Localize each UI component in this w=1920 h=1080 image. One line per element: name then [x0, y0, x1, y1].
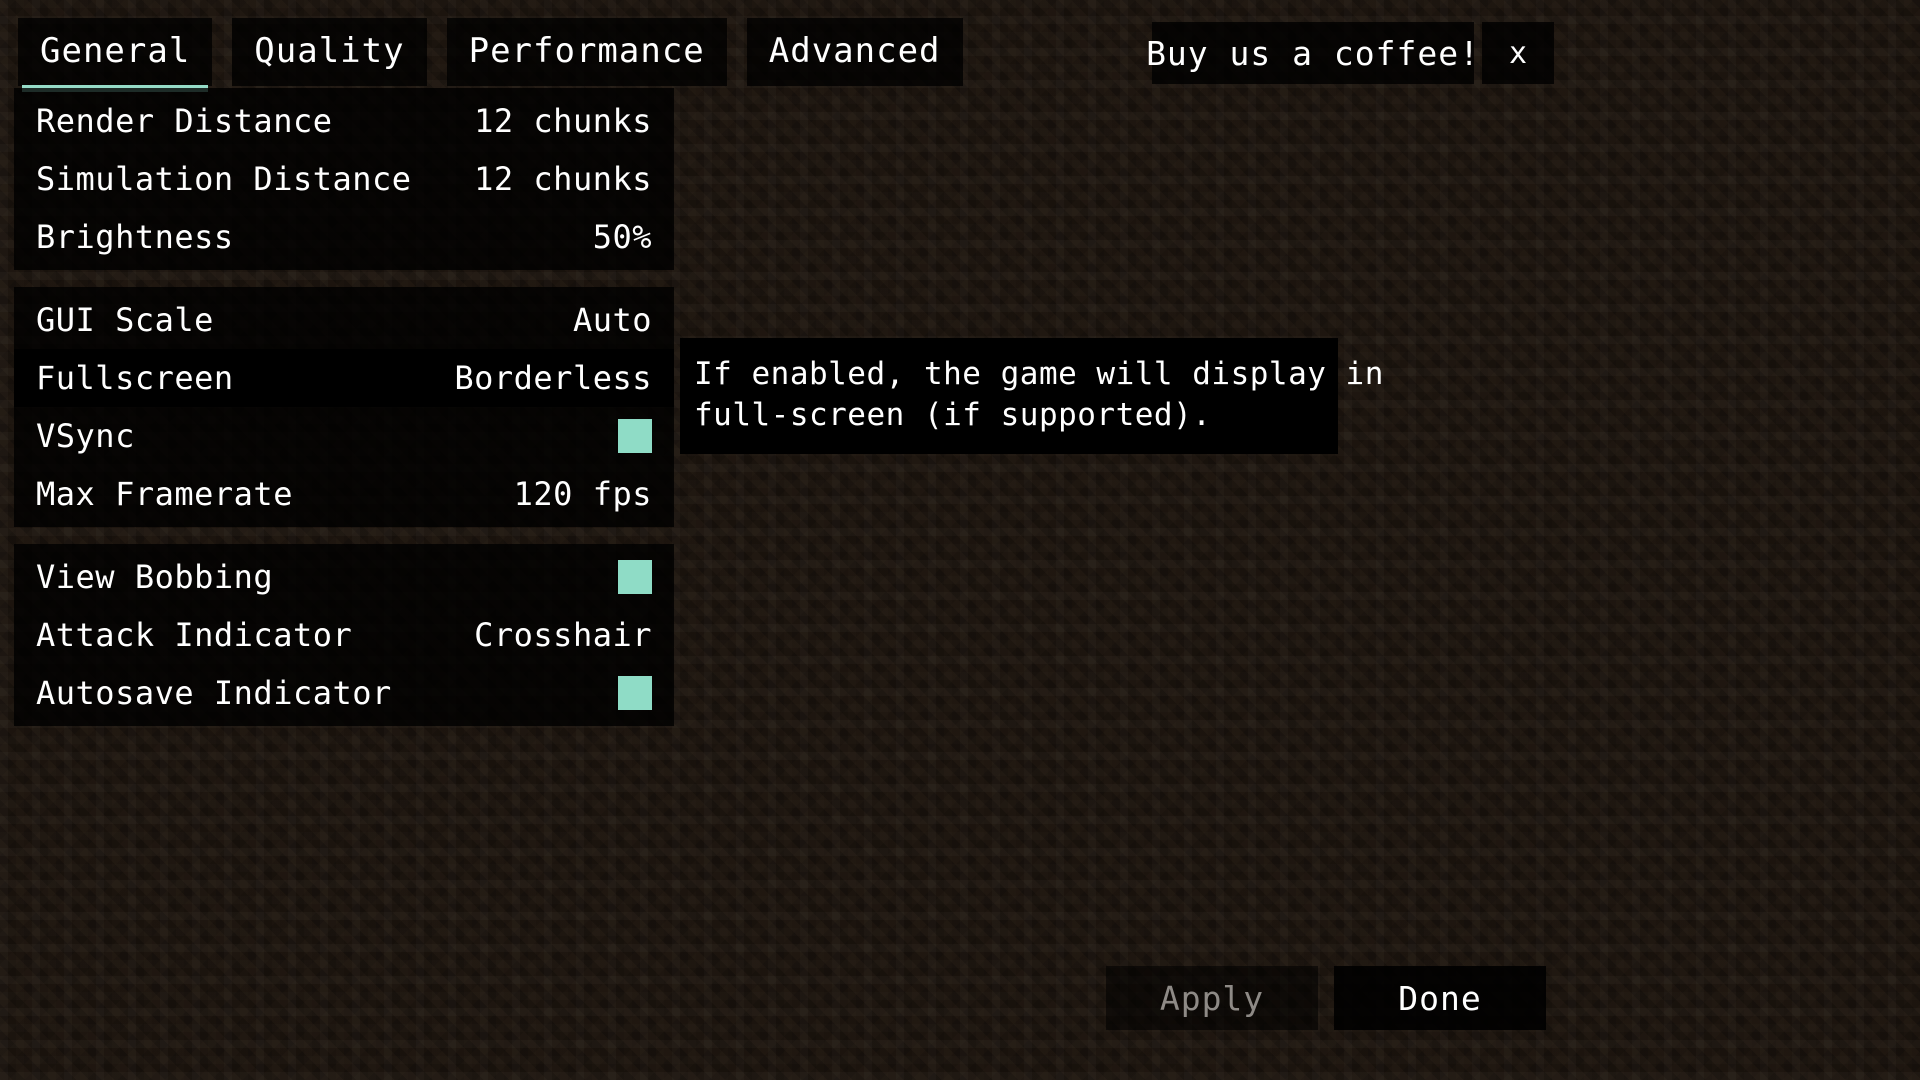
setting-value: 120 fps [513, 475, 652, 513]
tab-advanced-label: Advanced [768, 31, 941, 71]
setting-row-view-bobbing[interactable]: View Bobbing [14, 548, 674, 606]
setting-label: GUI Scale [36, 301, 214, 339]
vsync-checkbox[interactable] [618, 419, 652, 453]
tooltip-line-1: If enabled, the game will display in [694, 356, 1384, 392]
setting-label: VSync [36, 417, 135, 455]
apply-button[interactable]: Apply [1106, 966, 1318, 1030]
close-button[interactable]: x [1482, 22, 1554, 84]
settings-panel: Render Distance 12 chunks Simulation Dis… [14, 88, 674, 726]
setting-row-render-distance[interactable]: Render Distance 12 chunks [14, 92, 674, 150]
tooltip: If enabled, the game will display in ful… [680, 338, 1384, 454]
tab-quality-label: Quality [254, 31, 405, 71]
tab-general[interactable]: General [18, 18, 213, 92]
minecraft-options-screen: General Quality Performance Advanced Buy… [0, 0, 1920, 1080]
setting-label: Brightness [36, 218, 234, 256]
settings-group-3: View Bobbing Attack Indicator Crosshair … [14, 544, 674, 726]
setting-label: Fullscreen [36, 359, 234, 397]
setting-label: Render Distance [36, 102, 333, 140]
setting-value: 12 chunks [474, 102, 652, 140]
setting-row-fullscreen[interactable]: Fullscreen Borderless [14, 349, 674, 407]
setting-value: Borderless [454, 359, 652, 397]
setting-value: 12 chunks [474, 160, 652, 198]
autosave-indicator-checkbox[interactable] [618, 676, 652, 710]
setting-value: Crosshair [474, 616, 652, 654]
setting-row-attack-indicator[interactable]: Attack Indicator Crosshair [14, 606, 674, 664]
checkbox-fill-icon [622, 680, 648, 706]
settings-group-2: GUI Scale Auto Fullscreen Borderless VSy… [14, 287, 674, 527]
settings-group-1: Render Distance 12 chunks Simulation Dis… [14, 88, 674, 270]
setting-row-gui-scale[interactable]: GUI Scale Auto [14, 291, 674, 349]
tab-performance-label: Performance [468, 31, 705, 71]
buy-us-a-coffee-button[interactable]: Buy us a coffee! [1146, 22, 1479, 84]
setting-row-simulation-distance[interactable]: Simulation Distance 12 chunks [14, 150, 674, 208]
setting-row-brightness[interactable]: Brightness 50% [14, 208, 674, 266]
buy-us-a-coffee-label: Buy us a coffee! [1146, 33, 1480, 73]
view-bobbing-checkbox[interactable] [618, 560, 652, 594]
setting-row-max-framerate[interactable]: Max Framerate 120 fps [14, 465, 674, 523]
setting-label: Max Framerate [36, 475, 293, 513]
tab-performance[interactable]: Performance [446, 18, 727, 86]
close-icon: x [1508, 35, 1528, 71]
apply-button-label: Apply [1159, 978, 1265, 1018]
footer-buttons: Apply Done [1106, 966, 1546, 1030]
done-button-label: Done [1398, 978, 1482, 1018]
setting-value: 50% [592, 218, 652, 256]
checkbox-fill-icon [622, 423, 648, 449]
setting-label: View Bobbing [36, 558, 274, 596]
setting-label: Autosave Indicator [36, 674, 392, 712]
done-button[interactable]: Done [1334, 966, 1546, 1030]
setting-row-autosave-indicator[interactable]: Autosave Indicator [14, 664, 674, 722]
setting-value: Auto [572, 301, 652, 339]
checkbox-fill-icon [622, 564, 648, 590]
tab-general-label: General [40, 31, 191, 71]
tab-quality[interactable]: Quality [232, 18, 427, 86]
setting-label: Simulation Distance [36, 160, 412, 198]
tab-advanced[interactable]: Advanced [746, 18, 963, 86]
setting-label: Attack Indicator [36, 616, 353, 654]
setting-row-vsync[interactable]: VSync [14, 407, 674, 465]
tooltip-line-2: full-screen (if supported). [694, 397, 1212, 433]
tab-bar: General Quality Performance Advanced [18, 18, 963, 92]
